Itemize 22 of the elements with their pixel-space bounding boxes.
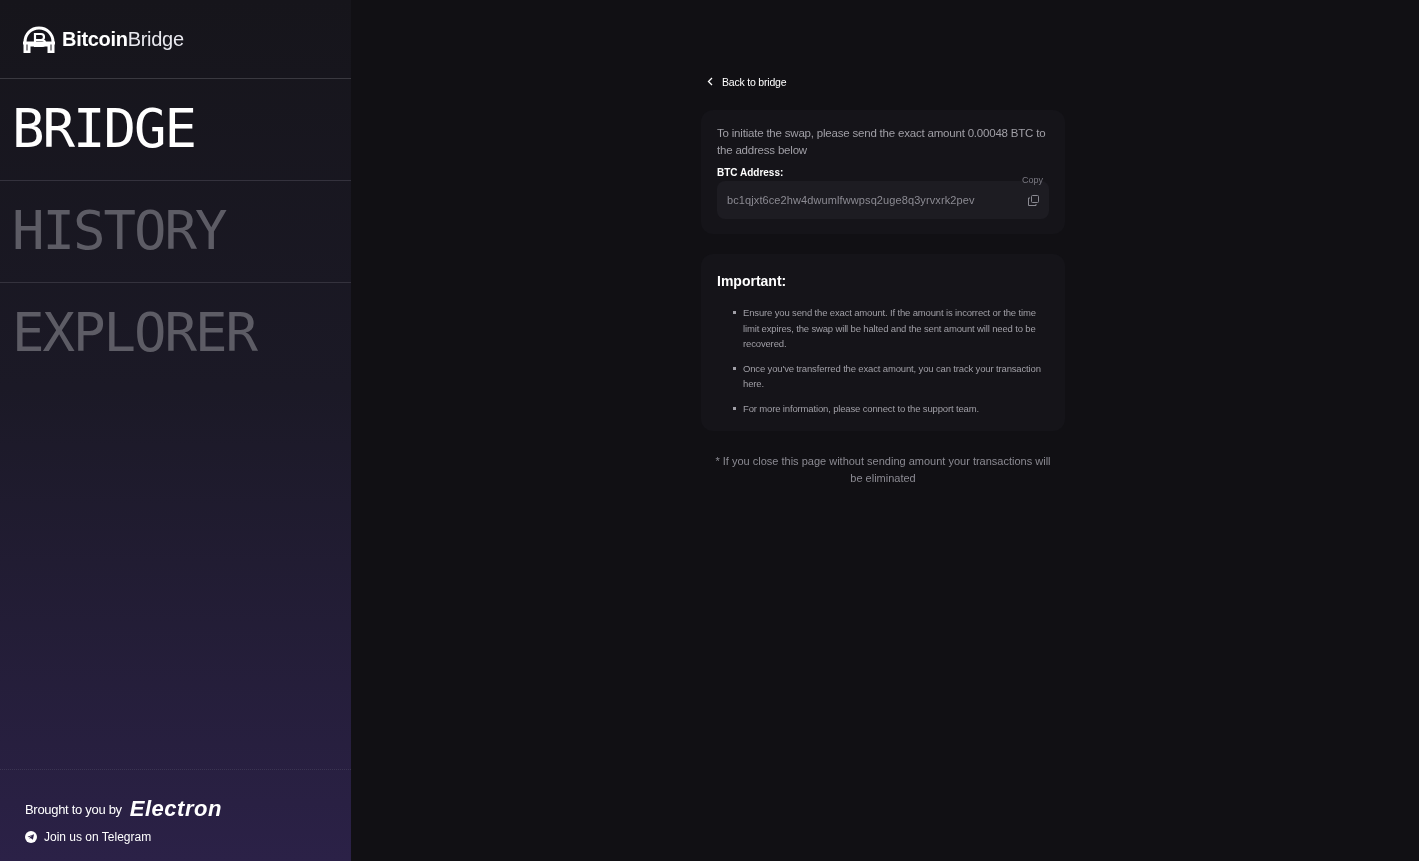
back-link[interactable]: Back to bridge <box>707 75 787 88</box>
electron-logo[interactable]: Electron <box>129 796 222 822</box>
credit-text: Brought to you by <box>25 801 122 817</box>
important-title: Important: <box>717 273 788 289</box>
instruction-text: To initiate the swap, please send the exact amount 0.00048 BTC to the address below <box>717 126 1047 158</box>
bullet-icon <box>733 406 736 410</box>
copy-icon <box>1028 194 1039 206</box>
copy-button[interactable] <box>1028 194 1039 206</box>
important-item: For more information, please connect to the support team. <box>743 401 979 416</box>
bridge-logo-icon <box>22 25 56 53</box>
important-item: Once you've transferred the exact amount, you can track your transaction here. <box>743 361 1042 391</box>
telegram-link[interactable]: Join us on Telegram <box>25 830 152 844</box>
brand-name: BitcoinBridge <box>62 27 184 51</box>
nav-item[interactable]: BRIDGE <box>0 79 351 181</box>
bullet-icon <box>733 366 736 370</box>
address-value: bc1qjxt6ce2hw4dwumlfwwpsq2uge8q3yrvxrk2pev <box>727 194 975 206</box>
important-item: Ensure you send the exact amount. If the amount is incorrect or the time limit expires, the swap will be halted and the sent amount will need to be recovered. <box>743 306 1037 351</box>
address-label: BTC Address: <box>717 167 785 178</box>
bullet-icon <box>733 311 736 314</box>
telegram-icon <box>25 831 37 843</box>
warning-note: * If you close this page without sending amount your transactions will be eliminated <box>714 454 1052 486</box>
chevron-left-icon <box>707 77 713 86</box>
